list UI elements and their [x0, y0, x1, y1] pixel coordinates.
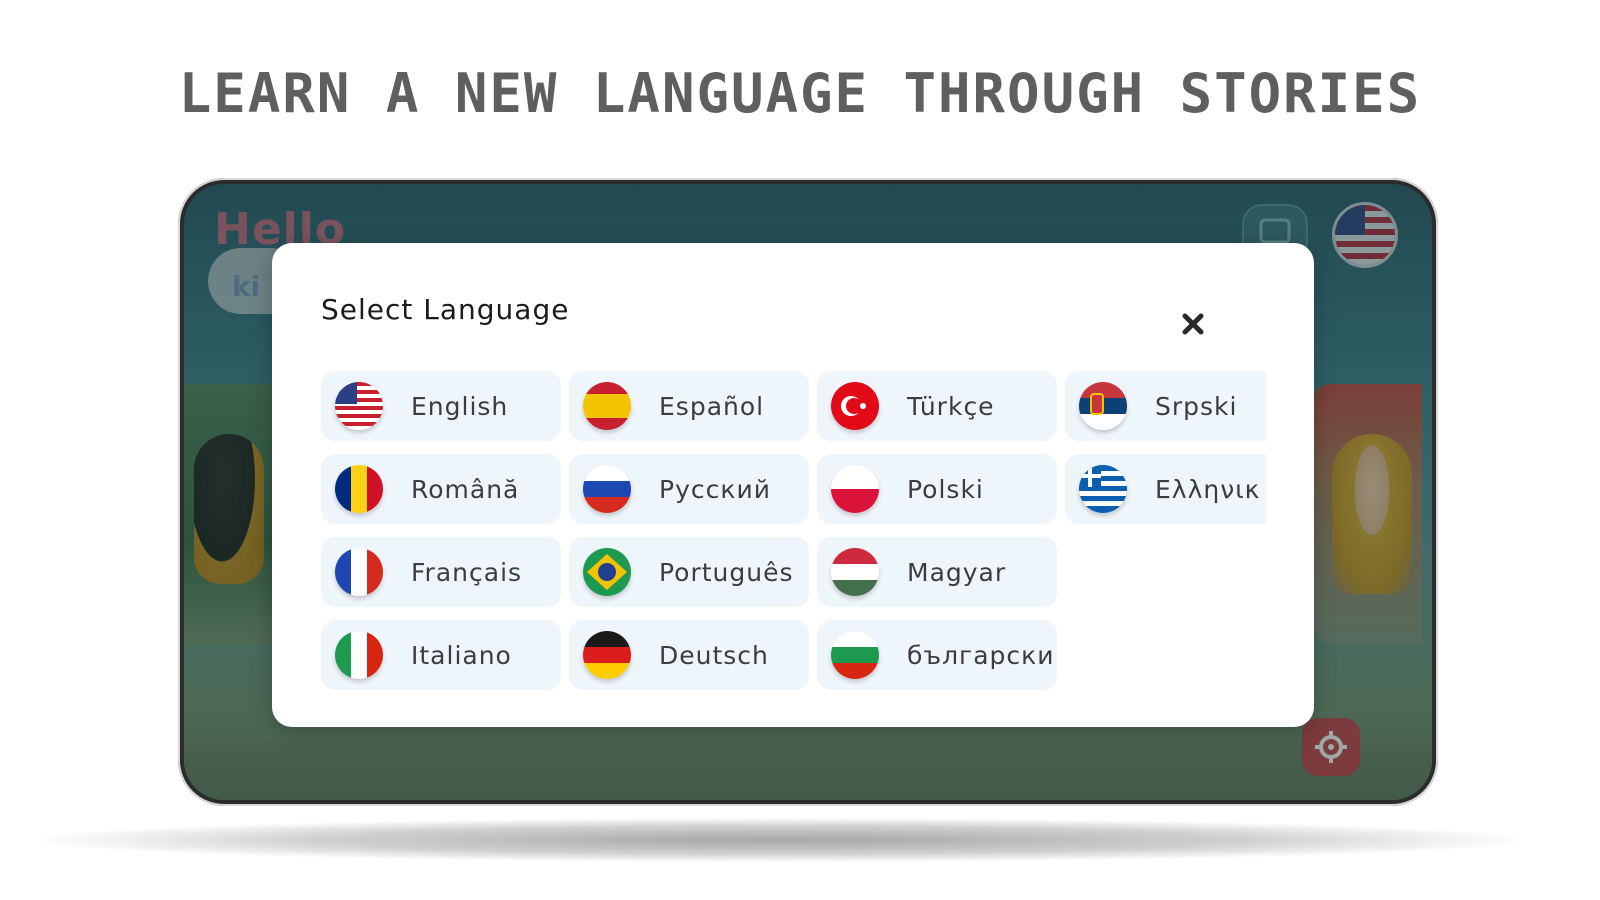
language-label: Русский	[659, 474, 771, 504]
language-label: Srpski	[1155, 391, 1238, 421]
language-option-gr[interactable]: Ελληνικ	[1065, 454, 1266, 524]
de-flag-icon	[583, 631, 631, 679]
language-label: Español	[659, 391, 765, 421]
fr-flag-icon	[335, 548, 383, 596]
language-grid: English Español Türkçe Srpski Română Русский P…	[321, 371, 1266, 701]
language-label: Français	[411, 557, 523, 587]
promo-stage: LEARN A NEW LANGUAGE THROUGH STORIES Hel…	[0, 0, 1600, 900]
bg-flag-icon	[831, 631, 879, 679]
device-shadow	[40, 818, 1520, 862]
pl-flag-icon	[831, 465, 879, 513]
language-option-rs[interactable]: Srpski	[1065, 371, 1266, 441]
language-label: Türkçe	[907, 391, 995, 421]
promo-headline: LEARN A NEW LANGUAGE THROUGH STORIES	[178, 62, 1422, 125]
language-option-hu[interactable]: Magyar	[817, 537, 1057, 607]
tr-flag-icon	[831, 382, 879, 430]
dialog-title: Select Language	[321, 293, 570, 326]
language-option-fr[interactable]: Français	[321, 537, 561, 607]
language-select-dialog: Select Language English Español Türkçe Srps…	[272, 243, 1314, 727]
language-option-bg[interactable]: български	[817, 620, 1057, 690]
language-option-br[interactable]: Português	[569, 537, 809, 607]
language-label: Română	[411, 474, 520, 504]
ro-flag-icon	[335, 465, 383, 513]
us-flag-icon	[335, 382, 383, 430]
language-label: Magyar	[907, 557, 1007, 587]
language-option-tr[interactable]: Türkçe	[817, 371, 1057, 441]
language-option-it[interactable]: Italiano	[321, 620, 561, 690]
language-option-es[interactable]: Español	[569, 371, 809, 441]
br-flag-icon	[583, 548, 631, 596]
language-label: Italiano	[411, 640, 512, 670]
hu-flag-icon	[831, 548, 879, 596]
it-flag-icon	[335, 631, 383, 679]
language-option-ro[interactable]: Română	[321, 454, 561, 524]
language-label: Polski	[907, 474, 984, 504]
language-option-us[interactable]: English	[321, 371, 561, 441]
language-grid-inner: English Español Türkçe Srpski Română Русский P…	[321, 371, 1266, 701]
language-option-de[interactable]: Deutsch	[569, 620, 809, 690]
close-icon	[1182, 313, 1204, 335]
language-option-ru[interactable]: Русский	[569, 454, 809, 524]
ru-flag-icon	[583, 465, 631, 513]
rs-flag-icon	[1079, 382, 1127, 430]
gr-flag-icon	[1079, 465, 1127, 513]
close-button[interactable]	[1178, 309, 1208, 339]
language-label: Deutsch	[659, 640, 769, 670]
es-flag-icon	[583, 382, 631, 430]
language-label: English	[411, 391, 509, 421]
language-label: Ελληνικ	[1155, 474, 1261, 504]
language-option-pl[interactable]: Polski	[817, 454, 1057, 524]
language-label: Português	[659, 557, 794, 587]
language-label: български	[907, 640, 1055, 670]
